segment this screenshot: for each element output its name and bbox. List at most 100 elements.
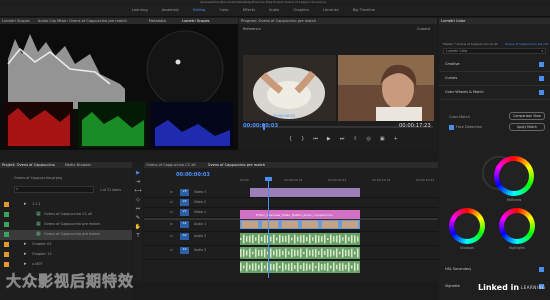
lift-icon[interactable]: ⇧ (353, 136, 357, 142)
track-target-toggle[interactable]: A2 (180, 233, 189, 240)
razor-icon[interactable]: ◇ (136, 197, 140, 203)
project-list-item[interactable]: ▸ z-NOT (0, 260, 132, 270)
hand-icon[interactable]: ✋ (135, 224, 141, 230)
audio-waveform-bar[interactable] (294, 265, 296, 269)
tab-sequence-pre-match[interactable]: Ovens of Cappuccino pre match (208, 163, 266, 167)
audio-waveform-bar[interactable] (351, 235, 353, 243)
audio-waveform-bar[interactable] (261, 249, 263, 257)
audio-waveform-bar[interactable] (303, 263, 305, 271)
audio-waveform-bar[interactable] (324, 250, 326, 256)
lumetri-master-clip[interactable]: Master * Ovens of Cappuccino CC all (443, 42, 503, 46)
midtones-wheel-center[interactable] (499, 161, 529, 191)
lock-icon[interactable]: ▫ (170, 209, 173, 214)
audio-waveform-bar[interactable] (288, 263, 290, 271)
audio-waveform-bar[interactable] (348, 236, 350, 242)
audio-waveform-bar[interactable] (300, 248, 302, 258)
ripple-edit-icon[interactable]: ⟷ (134, 188, 141, 194)
audio-waveform-bar[interactable] (318, 262, 320, 272)
workspace-tab-audio[interactable]: Audio (262, 8, 286, 12)
workspace-tab-graphics[interactable]: Graphics (286, 8, 316, 12)
audio-waveform-bar[interactable] (264, 235, 266, 243)
audio-waveform-bar[interactable] (285, 235, 287, 243)
audio-waveform-bar[interactable] (354, 235, 356, 243)
audio-waveform-bar[interactable] (258, 249, 260, 257)
tab-metadata[interactable]: Metadata (149, 19, 166, 23)
project-list-item[interactable]: ▦ Ovens of Cappuccino CC all (0, 210, 132, 220)
audio-waveform-bar[interactable] (330, 265, 332, 269)
audio-waveform-bar[interactable] (318, 235, 320, 243)
audio-waveform-bar[interactable] (315, 248, 317, 258)
audio-waveform-bar[interactable] (270, 263, 272, 271)
vignette-label[interactable]: Vignette (445, 284, 460, 288)
timeline-playhead[interactable] (268, 178, 269, 278)
audio-waveform-bar[interactable] (315, 234, 317, 244)
audio-waveform-bar[interactable] (255, 237, 257, 241)
play-icon[interactable]: ▶ (327, 136, 331, 142)
audio-waveform-bar[interactable] (288, 251, 290, 255)
audio-waveform-bar[interactable] (312, 262, 314, 272)
audio-waveform-bar[interactable] (279, 265, 281, 269)
audio-waveform-bar[interactable] (345, 264, 347, 270)
mark-in-icon[interactable]: { (289, 136, 292, 142)
project-search-input[interactable] (14, 186, 94, 193)
audio-waveform-bar[interactable] (345, 249, 347, 257)
audio-waveform-bar[interactable] (339, 234, 341, 244)
audio-waveform-bar[interactable] (309, 234, 311, 244)
track-target-toggle[interactable]: A1 (180, 221, 189, 228)
lumetri-section-toggle[interactable] (539, 76, 544, 81)
video-thumbnail[interactable] (302, 221, 318, 228)
shadows-wheel-center[interactable] (454, 213, 480, 239)
lumetri-section-toggle[interactable] (539, 62, 544, 67)
audio-waveform-bar[interactable] (252, 234, 254, 244)
step-forward-icon[interactable]: ⏭ (340, 136, 345, 142)
audio-waveform-bar[interactable] (297, 250, 299, 256)
audio-waveform-bar[interactable] (324, 263, 326, 271)
audio-waveform-bar[interactable] (297, 236, 299, 242)
audio-waveform-bar[interactable] (321, 248, 323, 258)
audio-waveform-bar[interactable] (306, 236, 308, 242)
project-list-item[interactable]: ▸ Chapter 13 (0, 250, 132, 260)
audio-waveform-bar[interactable] (240, 262, 242, 272)
audio-waveform-bar[interactable] (258, 234, 260, 244)
audio-waveform-bar[interactable] (285, 264, 287, 270)
apply-match-button[interactable]: Apply Match (509, 123, 545, 131)
project-list-item[interactable]: ▸ Chapter 02 (0, 240, 132, 250)
audio-waveform-bar[interactable] (321, 236, 323, 242)
project-list-item[interactable]: ▸ 1.1.1 (0, 200, 132, 210)
lumetri-section-toggle[interactable] (539, 90, 544, 95)
lock-icon[interactable]: ▫ (170, 247, 173, 252)
shadows-wheel[interactable] (449, 208, 485, 244)
video-thumbnail[interactable] (342, 221, 358, 228)
audio-waveform-bar[interactable] (291, 237, 293, 241)
selection-tool-icon[interactable]: ▶ (136, 170, 140, 176)
workspace-tab-effects[interactable]: Effects (236, 8, 262, 12)
audio-waveform-bar[interactable] (276, 237, 278, 241)
audio-waveform-bar[interactable] (246, 262, 248, 272)
audio-waveform-bar[interactable] (357, 263, 359, 271)
face-detection-checkbox[interactable] (449, 125, 454, 130)
lumetri-section[interactable]: Color Wheels & Match (439, 86, 550, 100)
audio-waveform-bar[interactable] (264, 265, 266, 269)
timeline-timecode[interactable]: 00:00:00:03 (176, 172, 210, 178)
audio-waveform-bar[interactable] (270, 248, 272, 258)
step-back-icon[interactable]: ⏮ (313, 136, 318, 142)
audio-waveform-bar[interactable] (243, 265, 245, 269)
audio-waveform-bar[interactable] (312, 249, 314, 257)
audio-waveform-bar[interactable] (261, 262, 263, 272)
audio-waveform-bar[interactable] (282, 250, 284, 256)
highlights-wheel[interactable] (499, 208, 535, 244)
audio-waveform-bar[interactable] (351, 265, 353, 269)
video-clip-v3[interactable] (250, 188, 360, 197)
lock-icon[interactable]: ▫ (170, 221, 173, 226)
audio-waveform-bar[interactable] (333, 236, 335, 242)
audio-waveform-bar[interactable] (276, 262, 278, 272)
audio-waveform-bar[interactable] (240, 249, 242, 257)
audio-waveform-bar[interactable] (342, 248, 344, 258)
video-thumbnail[interactable] (262, 221, 278, 228)
audio-waveform-bar[interactable] (303, 235, 305, 243)
audio-waveform-bar[interactable] (327, 237, 329, 241)
audio-waveform-bar[interactable] (321, 264, 323, 270)
audio-waveform-bar[interactable] (306, 263, 308, 271)
playhead-handle[interactable] (265, 177, 272, 181)
lock-icon[interactable]: ▫ (170, 199, 173, 204)
